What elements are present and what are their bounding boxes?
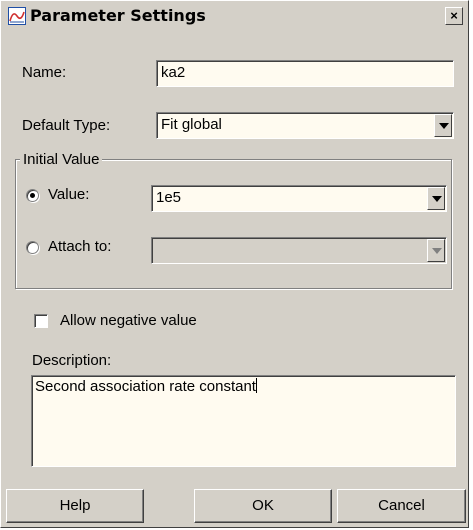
attach-to-dropdown-button[interactable] [427,239,445,262]
name-input[interactable]: ka2 [156,60,454,87]
close-icon: × [450,8,458,23]
chevron-down-icon [432,196,442,202]
parameter-settings-dialog: Parameter Settings × Name: ka2 Default T… [0,0,469,528]
default-type-dropdown-button[interactable] [434,114,452,137]
value-radio[interactable] [26,189,39,202]
initial-value-group [15,159,452,289]
name-label: Name: [22,64,67,81]
name-value: ka2 [161,64,186,81]
ok-button[interactable]: OK [194,489,332,523]
description-textarea[interactable]: Second association rate constant [31,375,456,467]
allow-negative-label[interactable]: Allow negative value [60,312,197,329]
default-type-value: Fit global [161,116,222,133]
title-bar: Parameter Settings × [4,4,465,28]
description-label: Description: [32,352,112,369]
initial-value-text: 1e5 [156,189,182,206]
chart-app-icon [8,7,26,25]
text-caret [255,378,257,393]
help-button[interactable]: Help [6,489,144,523]
cancel-button[interactable]: Cancel [337,489,466,523]
attach-to-select[interactable] [151,237,447,264]
initial-value-dropdown-button[interactable] [427,187,445,210]
attach-to-radio-label: Attach to: [48,238,112,255]
close-button[interactable]: × [445,7,463,25]
chevron-down-icon [432,248,442,254]
default-type-label: Default Type: [22,117,111,134]
allow-negative-checkbox[interactable] [34,314,48,328]
initial-value-group-title: Initial Value [20,151,103,168]
default-type-select[interactable]: Fit global [156,112,454,139]
chevron-down-icon [439,123,449,129]
initial-value-combo[interactable]: 1e5 [151,185,447,212]
radio-selected-dot [30,193,35,198]
window-title: Parameter Settings [30,6,206,25]
description-text: Second association rate constant [35,378,256,395]
value-radio-label: Value: [48,186,90,203]
attach-to-radio[interactable] [26,241,39,254]
